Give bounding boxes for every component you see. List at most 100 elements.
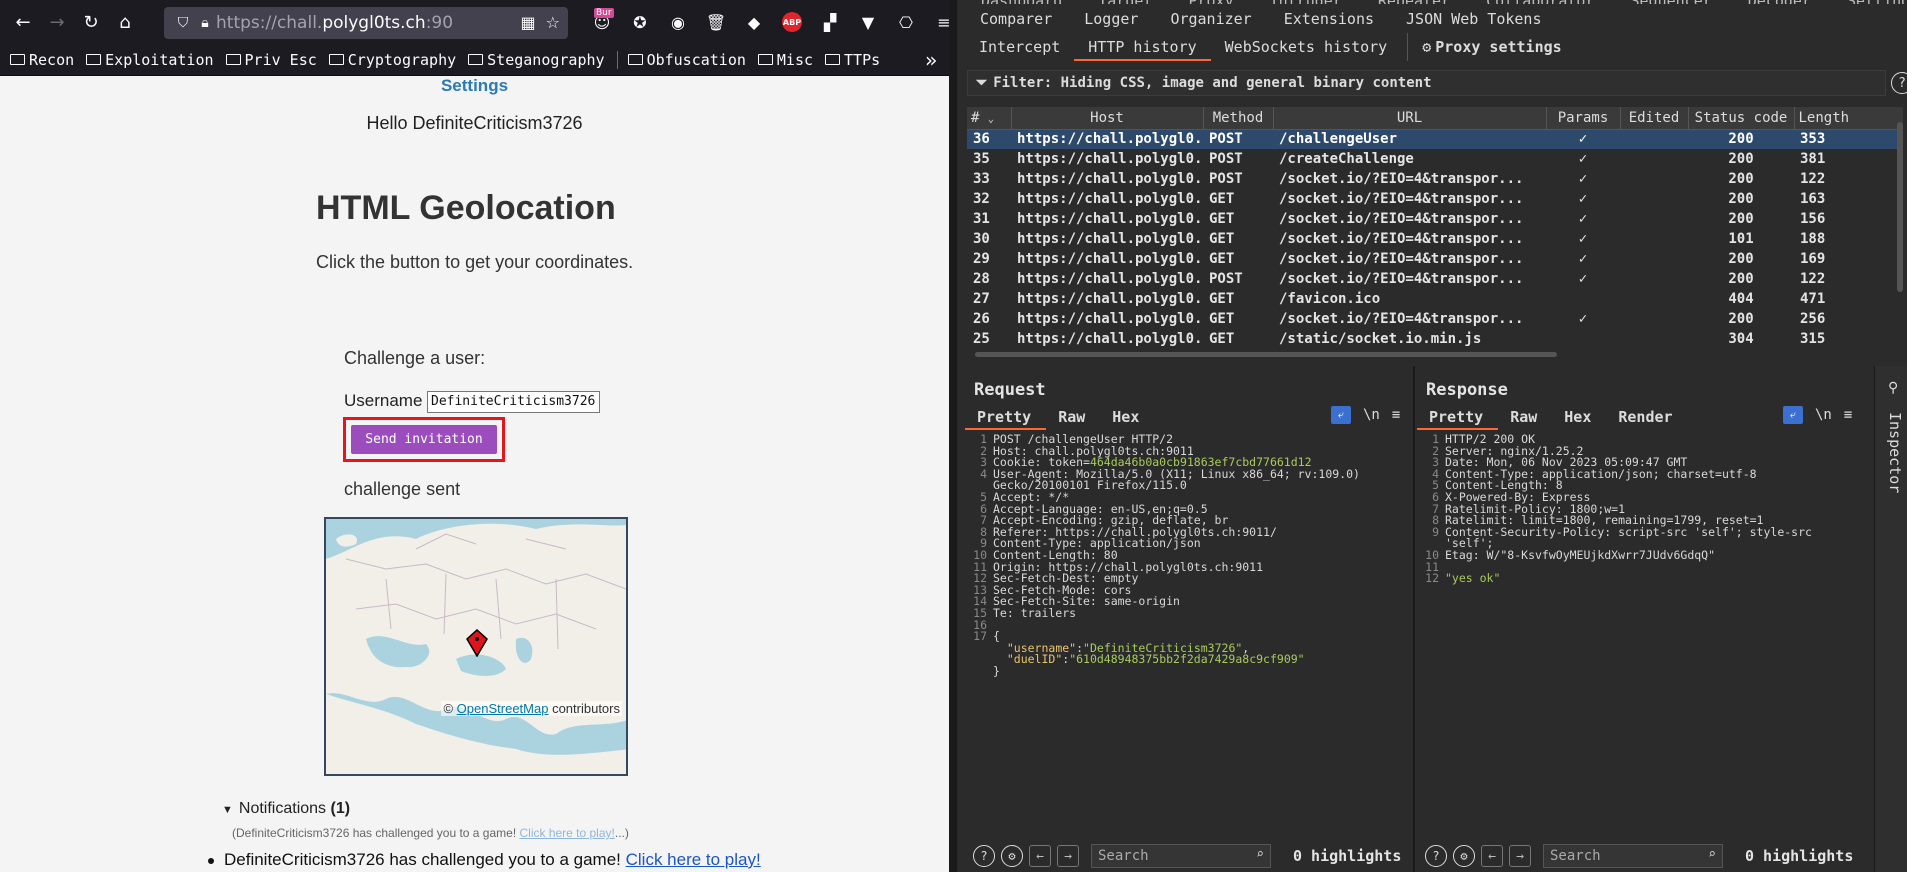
prev-arrow-icon[interactable]: ←: [1029, 845, 1051, 867]
tab-settings[interactable]: Settings: [1831, 0, 1907, 4]
menu-icon[interactable]: ≡: [928, 6, 949, 38]
reload-icon[interactable]: ↻: [74, 5, 108, 39]
web-page: Settings Hello DefiniteCriticism3726 HTM…: [0, 76, 949, 872]
response-tab-pretty[interactable]: Pretty: [1417, 404, 1499, 430]
back-icon[interactable]: ←: [6, 5, 40, 39]
map[interactable]: © OpenStreetMap contributors: [324, 517, 628, 776]
bookmark-exploitation[interactable]: Exploitation: [86, 51, 214, 69]
help-icon[interactable]: ?: [1425, 845, 1447, 867]
col-number[interactable]: # ⌄: [967, 107, 1012, 130]
newline-toggle-icon[interactable]: \n: [1363, 407, 1380, 423]
home-icon[interactable]: ⌂: [108, 5, 142, 39]
tab-sequencer[interactable]: Sequencer: [1615, 0, 1732, 4]
fox-icon[interactable]: ▼: [852, 6, 884, 38]
bookmark-misc[interactable]: Misc: [757, 51, 813, 69]
wrap-lines-icon[interactable]: ⤶: [1783, 406, 1803, 424]
url-bar[interactable]: ⛉ 🔒︎ https://chall. polygl0ts.ch:90 ▦ ☆: [164, 7, 568, 39]
tab-json-web-tokens[interactable]: JSON Web Tokens: [1391, 0, 1558, 30]
table-row[interactable]: 33 https://chall.polygl0... POST/socket.io…: [967, 169, 1903, 189]
tab-intercept[interactable]: Intercept: [965, 33, 1074, 61]
response-tab-raw[interactable]: Raw: [1498, 404, 1552, 430]
tab-websockets-history[interactable]: WebSockets history: [1211, 33, 1402, 61]
extensions-grid-icon[interactable]: ▞: [814, 6, 846, 38]
prev-arrow-icon[interactable]: ←: [1481, 845, 1503, 867]
help-icon[interactable]: ?: [1891, 72, 1907, 94]
menu-icon[interactable]: ≡: [1844, 407, 1852, 423]
filter-bar[interactable]: ⏷ Filter: Hiding CSS, image and general b…: [967, 70, 1886, 96]
table-row[interactable]: 36 https://chall.polygl0... POST/challenge…: [967, 129, 1903, 149]
bookmark-obfuscation[interactable]: Obfuscation: [627, 51, 746, 69]
gear-icon[interactable]: ⚙: [1453, 845, 1475, 867]
table-row[interactable]: 35 https://chall.polygl0... POST/createCha…: [967, 149, 1903, 169]
adblock-icon[interactable]: ABP: [776, 6, 808, 38]
next-arrow-icon[interactable]: →: [1057, 845, 1079, 867]
table-row[interactable]: 27 https://chall.polygl0... GET/favicon.ic…: [967, 289, 1903, 309]
response-tab-hex[interactable]: Hex: [1552, 404, 1606, 430]
send-invitation-button[interactable]: Send invitation: [351, 425, 497, 454]
request-tab-pretty[interactable]: Pretty: [965, 404, 1047, 430]
cookie-icon[interactable]: ✪: [624, 6, 656, 38]
next-arrow-icon[interactable]: →: [1509, 845, 1531, 867]
col-host[interactable]: Host: [1011, 107, 1204, 130]
table-row[interactable]: 32 https://chall.polygl0... GET/socket.io/…: [967, 189, 1903, 209]
tab-logger[interactable]: Logger: [1069, 0, 1155, 30]
forward-icon[interactable]: →: [40, 5, 74, 39]
newline-toggle-icon[interactable]: \n: [1815, 407, 1832, 423]
col-params[interactable]: Params: [1546, 107, 1621, 130]
bookmark-cryptography[interactable]: Cryptography: [328, 51, 456, 69]
qr-icon[interactable]: ▦: [520, 13, 536, 32]
notifications-toggle[interactable]: ▼ Notifications (1): [222, 800, 350, 818]
help-icon[interactable]: ?: [973, 845, 995, 867]
bookmark-steganography[interactable]: Steganography: [468, 51, 605, 69]
table-row[interactable]: 31 https://chall.polygl0... GET/socket.io/…: [967, 209, 1903, 229]
col-url[interactable]: URL: [1273, 107, 1547, 130]
settings-link[interactable]: Settings: [0, 76, 949, 96]
response-tab-render[interactable]: Render: [1606, 404, 1687, 430]
notification-preview-link[interactable]: Click here to play!: [519, 826, 614, 840]
bookmark-recon[interactable]: Recon: [10, 51, 74, 69]
code-line: Content-Security-Policy: script-src 'sel…: [1445, 525, 1812, 539]
horizontal-scrollbar[interactable]: [975, 352, 1557, 357]
cell-params: ✓: [1578, 191, 1588, 207]
tab-decoder[interactable]: Decoder: [1732, 0, 1831, 4]
request-search-input[interactable]: Search ⌕: [1091, 844, 1271, 868]
openstreetmap-link[interactable]: OpenStreetMap: [457, 701, 549, 716]
table-row[interactable]: 25 https://chall.polygl0... GET/static/soc…: [967, 329, 1903, 349]
menu-icon[interactable]: ≡: [1392, 407, 1400, 423]
bookmark-priv-esc[interactable]: Priv Esc: [225, 51, 317, 69]
tab-comparer[interactable]: Comparer: [965, 0, 1069, 30]
tab-http-history[interactable]: HTTP history: [1074, 33, 1211, 61]
wappalyzer-icon[interactable]: ◆: [738, 6, 770, 38]
burp-extension-icon[interactable]: ☺ Bur: [586, 6, 618, 38]
col-method[interactable]: Method: [1203, 107, 1274, 130]
wrap-lines-icon[interactable]: ⤶: [1331, 406, 1351, 424]
table-row[interactable]: 28 https://chall.polygl0... POST/socket.io…: [967, 269, 1903, 289]
col-edited[interactable]: Edited: [1620, 107, 1689, 130]
username-input[interactable]: DefiniteCriticism3726: [427, 391, 600, 413]
gear-icon[interactable]: ⚙: [1001, 845, 1023, 867]
tab-organizer[interactable]: Organizer: [1155, 0, 1268, 30]
bookmark-ttps[interactable]: TTPs: [825, 51, 880, 69]
glasses-icon[interactable]: ◉: [662, 6, 694, 38]
trash-icon[interactable]: 🗑︎: [700, 6, 732, 38]
cell-edited: [1620, 129, 1688, 149]
play-link[interactable]: Click here to play!: [626, 850, 761, 869]
col-length[interactable]: Length: [1794, 107, 1903, 130]
table-row[interactable]: 26 https://chall.polygl0... GET/socket.io/…: [967, 309, 1903, 329]
proxy-settings-button[interactable]: ⚙ Proxy settings: [1407, 33, 1575, 61]
tab-extensions[interactable]: Extensions: [1269, 0, 1391, 30]
vertical-scrollbar[interactable]: [1897, 122, 1903, 292]
request-tab-raw[interactable]: Raw: [1046, 404, 1100, 430]
response-search-input[interactable]: Search ⌕: [1543, 844, 1723, 868]
bookmarks-overflow-icon[interactable]: »: [925, 48, 937, 72]
request-tab-hex[interactable]: Hex: [1100, 404, 1154, 430]
table-row[interactable]: 29 https://chall.polygl0... GET/socket.io/…: [967, 249, 1903, 269]
proxy-settings-label: Proxy settings: [1435, 38, 1562, 56]
bookmark-star-icon[interactable]: ☆: [545, 13, 560, 32]
inspector-sidebar[interactable]: ⚲ Inspector: [1874, 366, 1907, 872]
extension-icons: ☺ Bur ✪ ◉ 🗑︎ ◆ ABP ▞ ▼ ⎔ ≡: [586, 6, 949, 38]
table-row[interactable]: 30 https://chall.polygl0... GET/socket.io/…: [967, 229, 1903, 249]
col-status-code[interactable]: Status code: [1688, 107, 1795, 130]
puzzle-icon[interactable]: ⎔: [890, 6, 922, 38]
cell-number: 33: [973, 171, 990, 187]
